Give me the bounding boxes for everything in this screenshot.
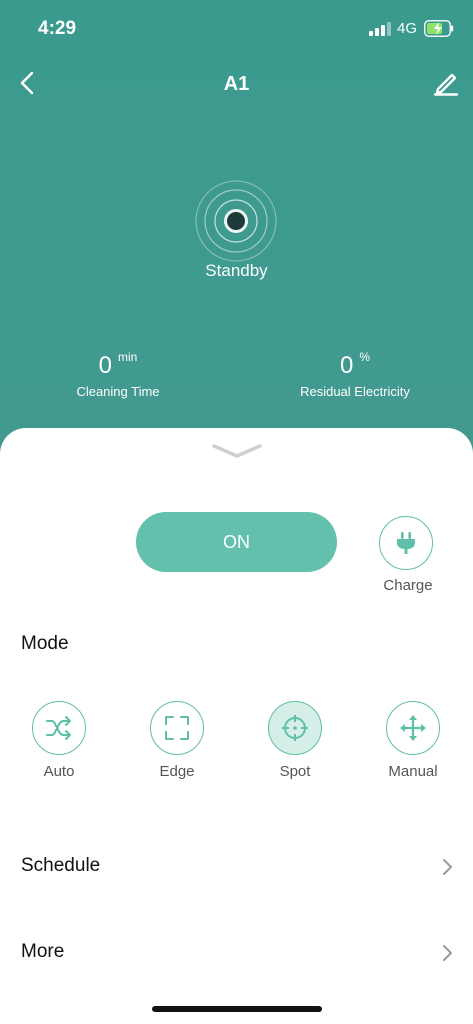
charge-circle[interactable] xyxy=(379,516,433,570)
plug-icon xyxy=(397,532,415,554)
chevron-down-icon[interactable] xyxy=(212,440,262,460)
residual-label: Residual Electricity xyxy=(300,384,410,399)
mode-auto-button[interactable] xyxy=(32,701,86,755)
residual-unit: % xyxy=(359,350,371,364)
crosshair-icon xyxy=(282,715,308,741)
chevron-right-icon xyxy=(443,859,452,875)
signal-icon xyxy=(369,22,391,36)
home-indicator[interactable] xyxy=(152,1006,322,1012)
chevron-right-icon xyxy=(443,945,452,961)
move-arrows-icon xyxy=(400,715,426,741)
shuffle-icon xyxy=(46,716,71,740)
cleaning-time-label: Cleaning Time xyxy=(76,384,160,399)
page-title: A1 xyxy=(223,73,250,95)
cleaning-time-value: 0 xyxy=(98,352,112,379)
mode-edge-button[interactable] xyxy=(150,701,204,755)
more-label: More xyxy=(21,941,65,962)
control-sheet: ON Charge Mode Auto Edge Spot Manual Sch… xyxy=(0,428,473,1024)
schedule-label: Schedule xyxy=(21,855,101,876)
status-bar: 4:29 4G xyxy=(0,0,473,56)
status-time: 4:29 xyxy=(38,18,77,39)
schedule-row[interactable]: Schedule xyxy=(0,836,473,896)
mode-spot-button[interactable] xyxy=(268,701,322,755)
network-type: 4G xyxy=(397,20,418,37)
charge-button[interactable] xyxy=(379,516,435,570)
cleaning-time-unit: min xyxy=(118,350,138,364)
mode-edge[interactable]: Edge xyxy=(127,701,227,780)
corners-icon xyxy=(165,716,189,740)
mode-manual[interactable]: Manual xyxy=(363,701,463,780)
mode-section-title: Mode xyxy=(21,633,69,654)
charge-label: Charge xyxy=(383,577,433,594)
device-state: Standby xyxy=(205,261,268,280)
edit-icon[interactable] xyxy=(433,70,459,96)
mode-auto[interactable]: Auto xyxy=(9,701,109,780)
cleaning-time-stat: 0 min Cleaning Time xyxy=(18,350,218,399)
mode-manual-button[interactable] xyxy=(386,701,440,755)
mode-spot-label: Spot xyxy=(279,763,311,780)
mode-auto-label: Auto xyxy=(43,763,75,780)
mode-edge-label: Edge xyxy=(159,763,195,780)
power-on-button[interactable]: ON xyxy=(136,512,337,572)
mode-spot[interactable]: Spot xyxy=(245,701,345,780)
more-row[interactable]: More xyxy=(0,922,473,982)
robot-status-icon xyxy=(195,180,277,262)
battery-charging-icon xyxy=(424,20,454,37)
device-header: 4:29 4G A1 Standby 0 min Cleaning Time 0… xyxy=(0,0,473,470)
residual-electricity-stat: 0% Residual Electricity xyxy=(255,350,455,399)
residual-value: 0 xyxy=(339,352,354,379)
mode-manual-label: Manual xyxy=(388,763,438,780)
